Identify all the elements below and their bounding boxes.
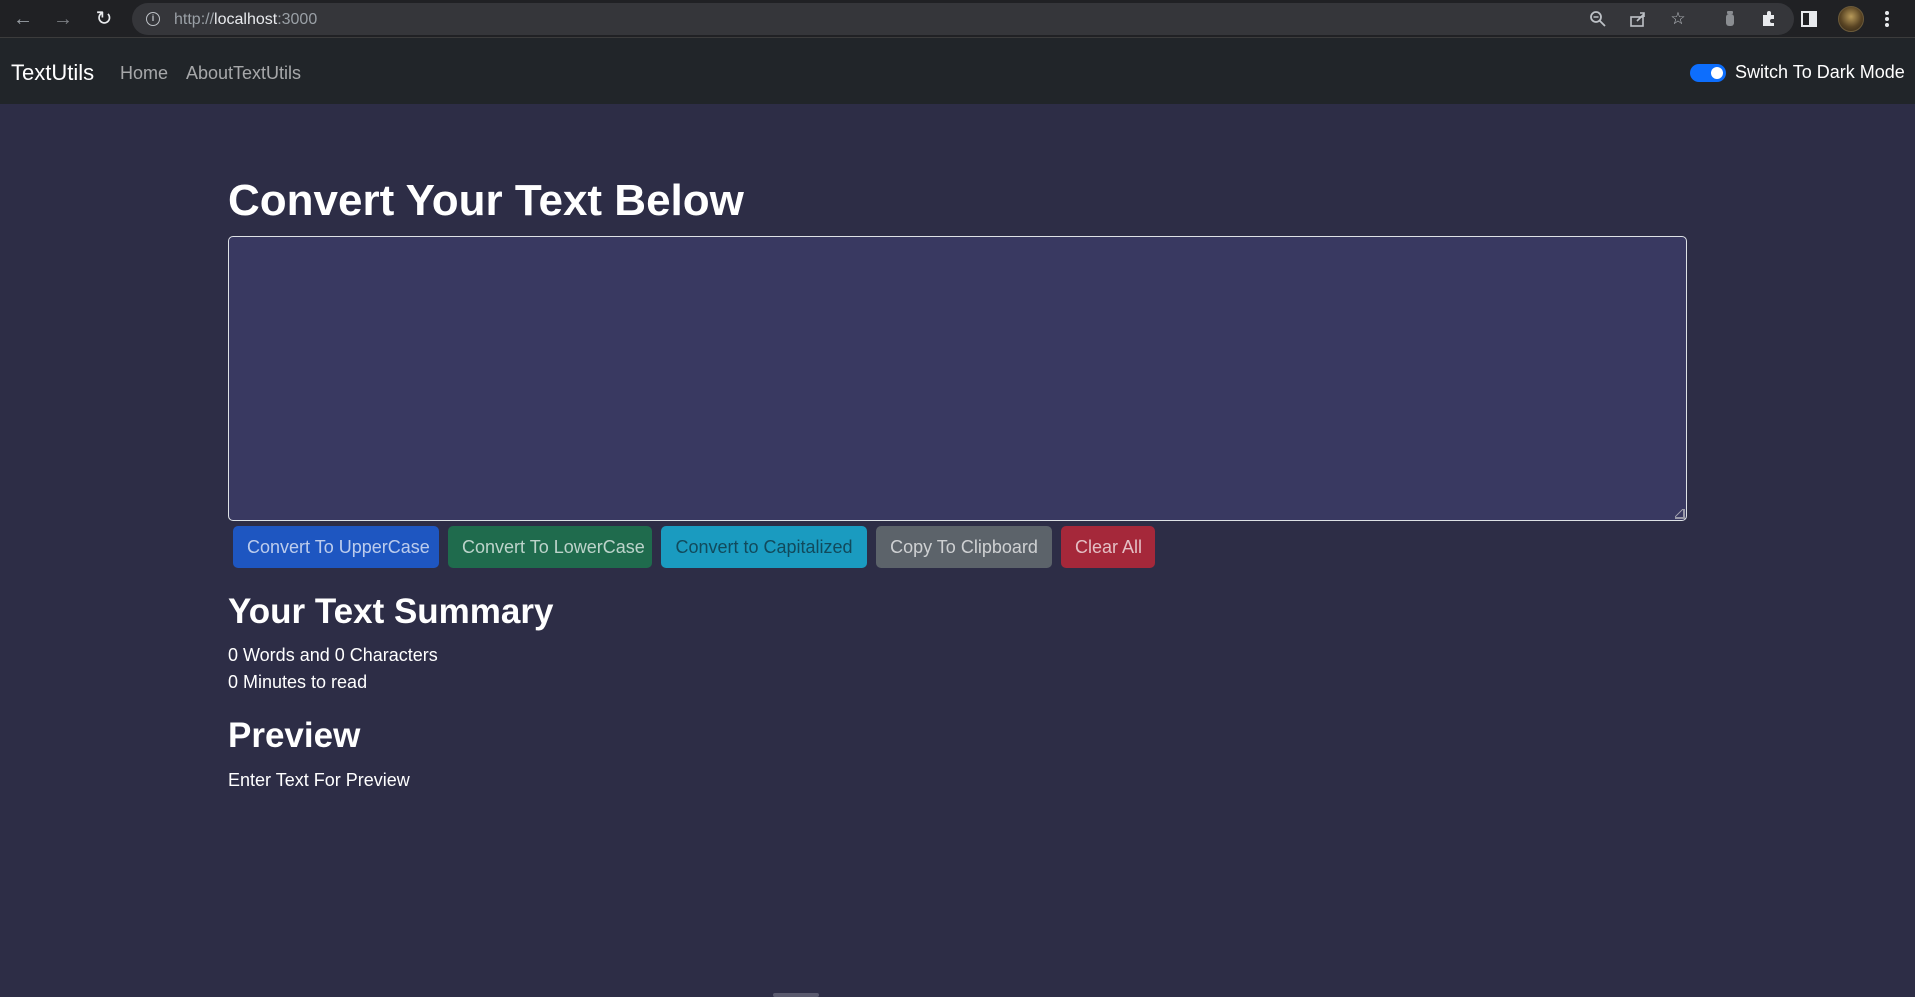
reload-icon[interactable]: ↻ xyxy=(91,6,117,32)
dark-mode-toggle[interactable]: Switch To Dark Mode xyxy=(1690,62,1910,86)
app-navbar: TextUtils Home AboutTextUtils Switch To … xyxy=(0,38,1915,104)
url-text[interactable]: http://localhost:3000 xyxy=(174,11,317,29)
clear-button[interactable]: Clear All xyxy=(1061,526,1155,568)
side-panel-icon[interactable] xyxy=(1798,8,1820,30)
text-input[interactable] xyxy=(228,236,1687,521)
summary-title: Your Text Summary xyxy=(228,592,554,631)
lowercase-button[interactable]: Convert To LowerCase xyxy=(448,526,652,568)
uppercase-button[interactable]: Convert To UpperCase xyxy=(233,526,439,568)
toggle-label[interactable]: Switch To Dark Mode xyxy=(1735,62,1905,83)
zoom-icon[interactable] xyxy=(1588,9,1608,29)
toggle-knob xyxy=(1711,67,1723,79)
nav-link-about[interactable]: AboutTextUtils xyxy=(186,63,301,84)
brand-logo[interactable]: TextUtils xyxy=(11,60,94,86)
resize-handle-icon[interactable] xyxy=(1675,509,1685,519)
info-icon[interactable]: i xyxy=(146,12,160,26)
profile-avatar[interactable] xyxy=(1838,6,1864,32)
menu-kebab-icon[interactable] xyxy=(1880,8,1894,30)
bookmark-star-icon[interactable]: ☆ xyxy=(1668,9,1688,29)
extension-jar-icon[interactable] xyxy=(1719,8,1741,30)
address-bar[interactable]: i http://localhost:3000 ☆ xyxy=(132,3,1794,35)
preview-text: Enter Text For Preview xyxy=(228,770,410,790)
scroll-handle[interactable] xyxy=(773,993,819,997)
word-count: 0 Words and 0 Characters xyxy=(228,645,438,665)
share-icon[interactable] xyxy=(1628,9,1648,29)
back-icon[interactable]: ← xyxy=(10,6,36,32)
nav-link-home[interactable]: Home xyxy=(120,63,168,84)
extension-puzzle-icon[interactable] xyxy=(1758,8,1780,30)
toggle-switch[interactable] xyxy=(1690,64,1726,82)
preview-title: Preview xyxy=(228,716,361,755)
forward-icon[interactable]: → xyxy=(50,6,76,32)
capitalize-button[interactable]: Convert to Capitalized xyxy=(661,526,867,568)
page-title: Convert Your Text Below xyxy=(228,176,744,225)
read-time: 0 Minutes to read xyxy=(228,672,368,692)
browser-toolbar: ← → ↻ i http://localhost:3000 ☆ xyxy=(0,0,1915,38)
copy-button[interactable]: Copy To Clipboard xyxy=(876,526,1052,568)
